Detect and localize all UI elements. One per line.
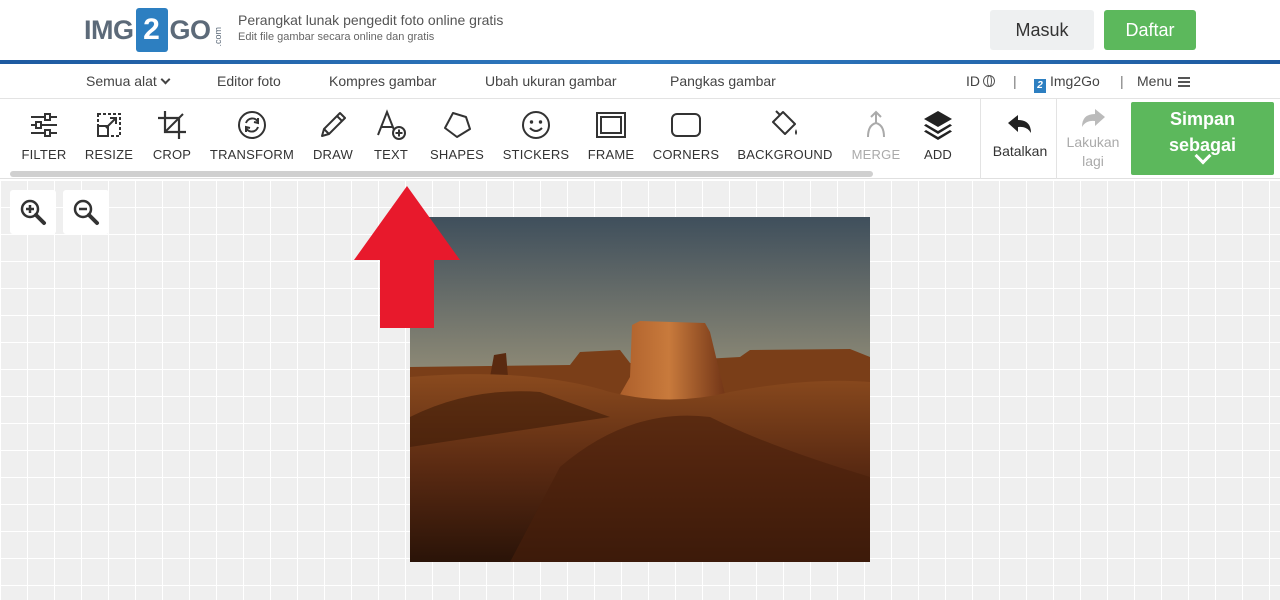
paint-bucket-icon — [772, 110, 797, 135]
nav-separator: | — [1120, 73, 1124, 89]
tagline-subtitle: Edit file gambar secara online dan grati… — [238, 31, 435, 43]
tool-merge[interactable]: MERGE — [850, 109, 902, 169]
red-up-arrow — [354, 186, 460, 328]
tool-label: SHAPES — [430, 147, 484, 162]
tagline-title: Perangkat lunak pengedit foto online gra… — [238, 12, 504, 28]
language-selector[interactable]: ID — [966, 73, 995, 89]
tool-transform[interactable]: TRANSFORM — [209, 109, 295, 169]
pencil-icon — [321, 112, 346, 137]
tool-label: BACKGROUND — [737, 147, 833, 162]
tool-filter[interactable]: FILTER — [18, 109, 70, 169]
text-icon — [377, 109, 406, 140]
login-button[interactable]: Masuk — [990, 10, 1094, 50]
menu-label: Menu — [1137, 73, 1173, 89]
rounded-rect-icon — [671, 113, 701, 137]
language-label: ID — [966, 73, 980, 89]
undo-button[interactable]: Batalkan — [986, 113, 1054, 159]
tool-label: FILTER — [21, 147, 67, 162]
logo-suffix: .com — [212, 27, 223, 47]
frame-icon — [596, 112, 626, 138]
rotate-icon — [238, 111, 266, 139]
tool-label: RESIZE — [84, 147, 134, 162]
tool-shapes[interactable]: SHAPES — [428, 109, 486, 169]
zoom-out-button[interactable] — [63, 190, 109, 234]
tool-label: ADD — [923, 147, 953, 162]
nav-item-photo-editor[interactable]: Editor foto — [217, 73, 281, 89]
toolbar-divider — [1056, 99, 1057, 179]
logo-text-right: GO — [169, 14, 212, 45]
layers-icon — [924, 111, 952, 140]
merge-icon — [867, 110, 885, 138]
nav-brand-link[interactable]: 2 Img2Go — [1034, 73, 1100, 93]
zoom-in-button[interactable] — [10, 190, 56, 234]
tool-resize[interactable]: RESIZE — [84, 109, 134, 169]
logo-box: 2 — [135, 8, 168, 52]
tool-corners[interactable]: CORNERS — [652, 109, 720, 169]
site-header: IMG 2 GO .com Perangkat lunak pengedit f… — [0, 0, 1280, 60]
top-nav: Semua alat Editor foto Kompres gambar Ub… — [0, 64, 1280, 99]
tool-add[interactable]: ADD — [918, 109, 958, 169]
smiley-icon — [522, 111, 550, 139]
tool-label: MERGE — [851, 147, 901, 162]
tool-stickers[interactable]: STICKERS — [502, 109, 570, 169]
tool-label: TEXT — [373, 147, 409, 162]
tool-label: TRANSFORM — [209, 147, 295, 162]
nav-all-tools[interactable]: Semua alat — [86, 73, 171, 89]
tool-label: STICKERS — [502, 147, 570, 162]
chevron-down-icon — [160, 74, 171, 85]
zoom-in-icon — [20, 199, 46, 225]
save-as-button[interactable]: Simpan sebagai — [1131, 102, 1274, 175]
redo-icon — [1082, 109, 1105, 127]
tool-text[interactable]: TEXT — [370, 109, 412, 169]
sliders-icon — [31, 113, 57, 137]
nav-item-resize[interactable]: Ubah ukuran gambar — [485, 73, 617, 89]
save-label-1: Simpan — [1169, 109, 1235, 129]
redo-label-2: lagi — [1082, 153, 1104, 169]
nav-brand-label: Img2Go — [1050, 73, 1100, 89]
desert-mesa-image — [410, 217, 870, 562]
nav-separator: | — [1013, 73, 1017, 89]
nav-item-compress[interactable]: Kompres gambar — [329, 73, 436, 89]
zoom-out-icon — [73, 199, 99, 225]
tool-label: FRAME — [587, 147, 635, 162]
tool-draw[interactable]: DRAW — [310, 109, 356, 169]
img2go-logo[interactable]: IMG 2 GO .com — [84, 8, 223, 52]
tool-crop[interactable]: CROP — [150, 109, 194, 169]
edited-photo[interactable] — [410, 217, 870, 562]
globe-icon — [983, 75, 995, 87]
undo-icon — [1008, 115, 1031, 133]
editor-toolbar: FILTER RESIZE CROP TRANSFORM DRAW TEXT S… — [0, 99, 1280, 179]
tool-background[interactable]: BACKGROUND — [736, 109, 834, 169]
undo-label: Batalkan — [992, 143, 1048, 159]
resize-icon — [97, 113, 121, 137]
menu-button[interactable]: Menu — [1137, 73, 1191, 89]
hamburger-icon — [1178, 77, 1191, 87]
redo-label-1: Lakukan — [1066, 134, 1120, 150]
toolbar-scrollbar[interactable] — [10, 171, 873, 177]
tool-label: CROP — [152, 147, 192, 162]
register-button[interactable]: Daftar — [1104, 10, 1196, 50]
redo-button[interactable]: Lakukan lagi — [1060, 107, 1126, 171]
logo-text-left: IMG — [84, 14, 134, 45]
pentagon-icon — [444, 112, 471, 138]
tool-frame[interactable]: FRAME — [586, 109, 636, 169]
nav-all-tools-label: Semua alat — [86, 73, 157, 89]
nav-item-crop[interactable]: Pangkas gambar — [670, 73, 776, 89]
crop-icon — [158, 111, 186, 139]
img2go-mini-icon: 2 — [1034, 78, 1046, 93]
tool-label: CORNERS — [652, 147, 720, 162]
tagline: Perangkat lunak pengedit foto online gra… — [238, 12, 503, 43]
tool-label: DRAW — [312, 147, 354, 162]
toolbar-divider — [980, 99, 981, 179]
